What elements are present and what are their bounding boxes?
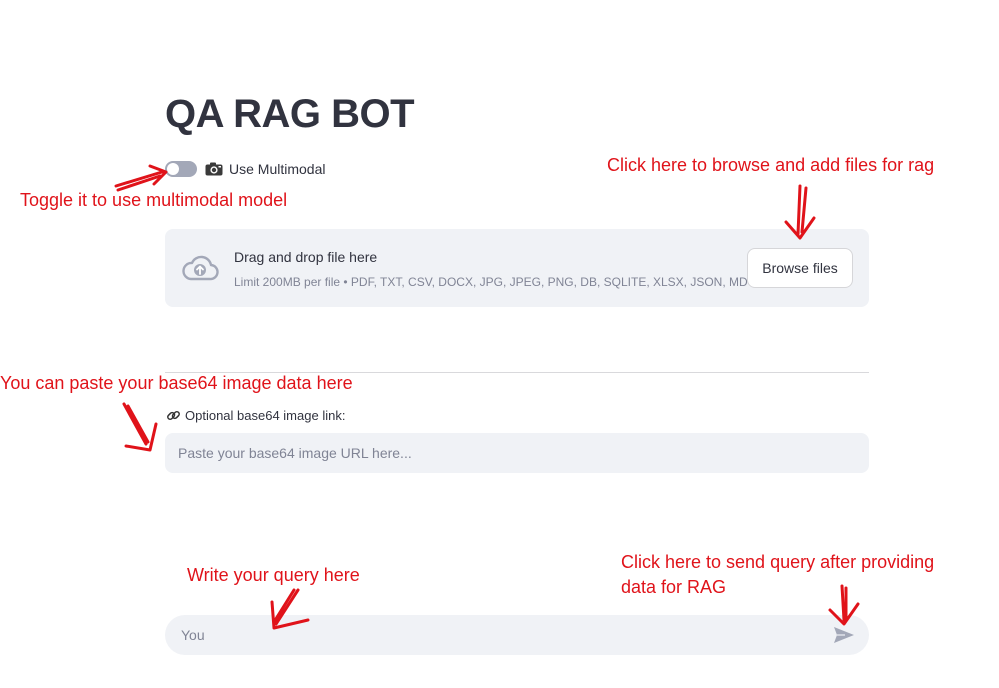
- annotation-arrow-browse: [784, 184, 816, 240]
- annotation-query-hint: Write your query here: [187, 565, 360, 585]
- annotation-browse-hint: Click here to browse and add files for r…: [607, 155, 935, 175]
- annotation-send-hint-line2: data for RAG: [621, 577, 727, 597]
- multimodal-toggle-label: Use Multimodal: [205, 161, 325, 177]
- annotation-base64-hint: You can paste your base64 image data her…: [0, 373, 353, 393]
- base64-field-label: Optional base64 image link:: [166, 408, 345, 423]
- annotation-arrow-send: [828, 584, 860, 626]
- page: QA RAG BOT Use Multimodal Drag and drop …: [0, 0, 999, 688]
- page-title: QA RAG BOT: [165, 92, 415, 136]
- annotation-arrow-query: [270, 588, 310, 630]
- dropzone-limit-text: Limit 200MB per file • PDF, TXT, CSV, DO…: [234, 275, 748, 289]
- browse-files-button[interactable]: Browse files: [747, 248, 853, 288]
- multimodal-label-text: Use Multimodal: [229, 161, 326, 177]
- file-uploader-dropzone[interactable]: Drag and drop file here Limit 200MB per …: [165, 229, 869, 307]
- base64-label-text: Optional base64 image link:: [185, 408, 346, 423]
- chat-query-input[interactable]: [165, 615, 815, 655]
- multimodal-toggle-row[interactable]: Use Multimodal: [165, 158, 325, 180]
- annotation-arrow-toggle: [114, 164, 168, 192]
- dropzone-title: Drag and drop file here: [234, 249, 378, 265]
- annotation-send-hint-line1: Click here to send query after providing: [621, 552, 935, 572]
- link-icon: [167, 410, 180, 421]
- annotation-arrow-base64: [122, 402, 158, 452]
- cloud-upload-icon: [182, 255, 219, 281]
- base64-image-input[interactable]: [165, 433, 869, 473]
- camera-icon: [205, 162, 223, 176]
